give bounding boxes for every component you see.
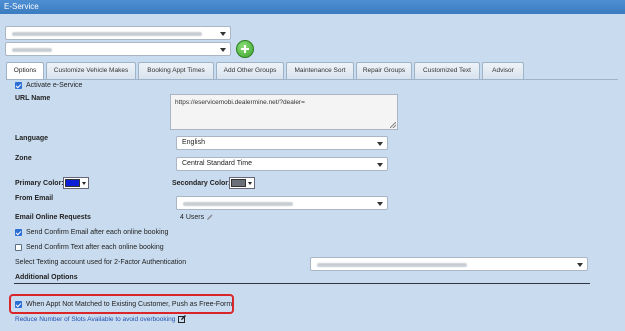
activate-label: Activate e-Service [26, 82, 83, 89]
url-name-value: https://eservicemobi.dealermine.net/?dea… [175, 99, 305, 106]
section-divider [14, 283, 590, 284]
language-select[interactable]: English [176, 136, 388, 150]
chevron-down-icon [377, 163, 383, 167]
add-plus-icon[interactable] [236, 40, 254, 58]
redacted-value [12, 32, 202, 36]
chevron-down-icon [220, 48, 226, 52]
send-confirm-text-checkbox[interactable] [15, 244, 22, 251]
email-requests-users[interactable]: 4 Users [180, 214, 204, 221]
email-requests-label: Email Online Requests [15, 214, 91, 221]
url-name-label: URL Name [15, 95, 51, 102]
reduce-slots-link[interactable]: Reduce Number of Slots Available to avoi… [15, 316, 175, 323]
push-free-form-checkbox[interactable] [15, 301, 22, 308]
edit-icon[interactable] [178, 315, 187, 323]
activate-checkbox[interactable] [15, 82, 22, 89]
tab-options[interactable]: Options [6, 62, 44, 80]
zone-label: Zone [15, 155, 32, 162]
send-confirm-email-checkbox[interactable] [15, 229, 22, 236]
caret-down-icon [248, 182, 252, 185]
texting-account-select[interactable] [310, 257, 588, 271]
caret-down-icon [82, 182, 86, 185]
window-title: E-Service [0, 0, 625, 14]
secondary-color-picker[interactable] [229, 177, 255, 189]
tab-booking-appt-times[interactable]: Booking Appt Times [138, 62, 214, 79]
url-name-field[interactable]: https://eservicemobi.dealermine.net/?dea… [170, 94, 398, 130]
from-email-label: From Email [15, 195, 54, 202]
language-label: Language [15, 135, 49, 142]
zone-select[interactable]: Central Standard Time [176, 157, 388, 171]
additional-options-heading: Additional Options [15, 274, 78, 281]
zone-value: Central Standard Time [182, 160, 253, 167]
chevron-down-icon [220, 32, 226, 36]
tab-repair-groups[interactable]: Repair Groups [356, 62, 412, 79]
tab-maintenance-sort[interactable]: Maintenance Sort [286, 62, 354, 79]
secondary-color-swatch [231, 179, 246, 187]
primary-color-picker[interactable] [63, 177, 89, 189]
chevron-down-icon [577, 263, 583, 267]
from-email-select[interactable] [176, 196, 388, 210]
tab-advisor[interactable]: Advisor [482, 62, 524, 79]
redacted-value [317, 263, 467, 267]
chevron-down-icon [377, 202, 383, 206]
language-value: English [182, 139, 205, 146]
tab-customize-vehicle-makes[interactable]: Customize Vehicle Makes [46, 62, 136, 79]
send-confirm-text-label: Send Confirm Text after each online book… [26, 244, 164, 251]
secondary-color-label: Secondary Color: [172, 180, 231, 187]
pencil-icon[interactable] [206, 213, 214, 221]
tab-add-other-groups[interactable]: Add Other Groups [216, 62, 284, 79]
send-confirm-email-label: Send Confirm Email after each online boo… [26, 229, 169, 236]
push-free-form-label: When Appt Not Matched to Existing Custom… [26, 301, 233, 308]
redacted-value [12, 48, 52, 52]
chevron-down-icon [377, 142, 383, 146]
redacted-value [183, 202, 293, 206]
resize-handle-icon[interactable] [390, 122, 396, 128]
texting-account-label: Select Texting account used for 2-Factor… [15, 259, 187, 266]
primary-color-swatch [65, 179, 80, 187]
tab-customized-text[interactable]: Customized Text [414, 62, 480, 79]
primary-color-label: Primary Color: [15, 180, 64, 187]
dealer-select-1[interactable] [5, 26, 231, 40]
dealer-select-2[interactable] [5, 42, 231, 56]
